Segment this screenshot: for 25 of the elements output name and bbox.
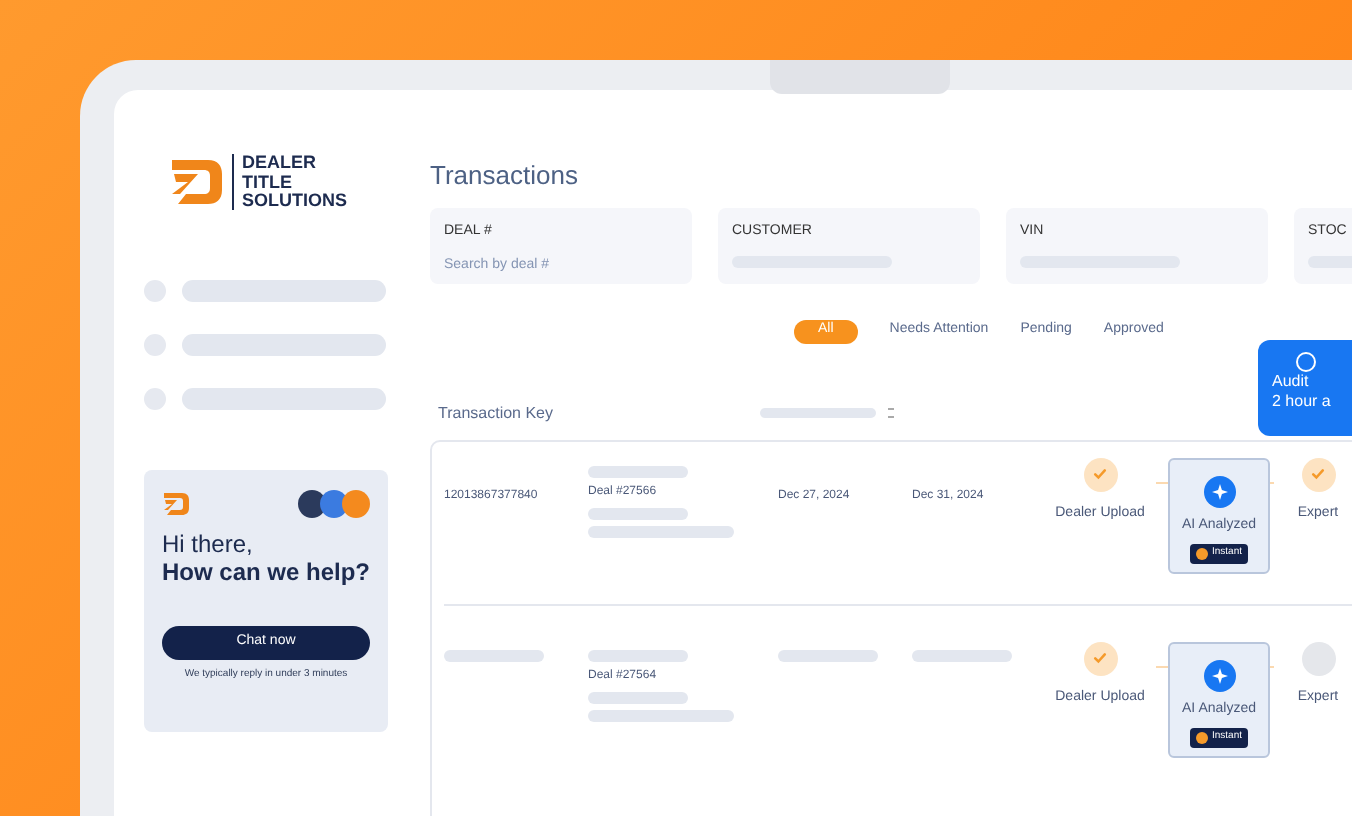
sparkle-icon [1203, 659, 1235, 691]
page-title: Transactions [430, 158, 580, 194]
headline: How can we help? [162, 557, 370, 585]
placeholder-bar [912, 649, 1012, 661]
column-header: Transaction Key [438, 401, 556, 425]
placeholder-bar [588, 691, 688, 703]
avatar [298, 489, 326, 517]
greeting: Hi there, [162, 529, 255, 557]
avatar [342, 489, 370, 517]
brand-name: DEALER [242, 154, 319, 173]
placeholder-bar [760, 408, 876, 418]
check-icon [1092, 466, 1108, 482]
tooltip-text: 2 hour a [1272, 392, 1333, 412]
placeholder-bar [588, 465, 688, 477]
placeholder-bar [444, 649, 544, 661]
logo-icon [162, 489, 190, 517]
placeholder-bar [778, 649, 878, 661]
brand-name: SOLUTIONS [242, 192, 348, 211]
check-icon [1310, 466, 1326, 482]
placeholder-bar [588, 507, 688, 519]
brand-name: TITLE [242, 173, 294, 192]
tooltip-text: Audit [1272, 372, 1311, 392]
placeholder-bar [588, 649, 688, 661]
check-icon [1092, 650, 1108, 666]
sparkle-icon [1203, 475, 1235, 507]
